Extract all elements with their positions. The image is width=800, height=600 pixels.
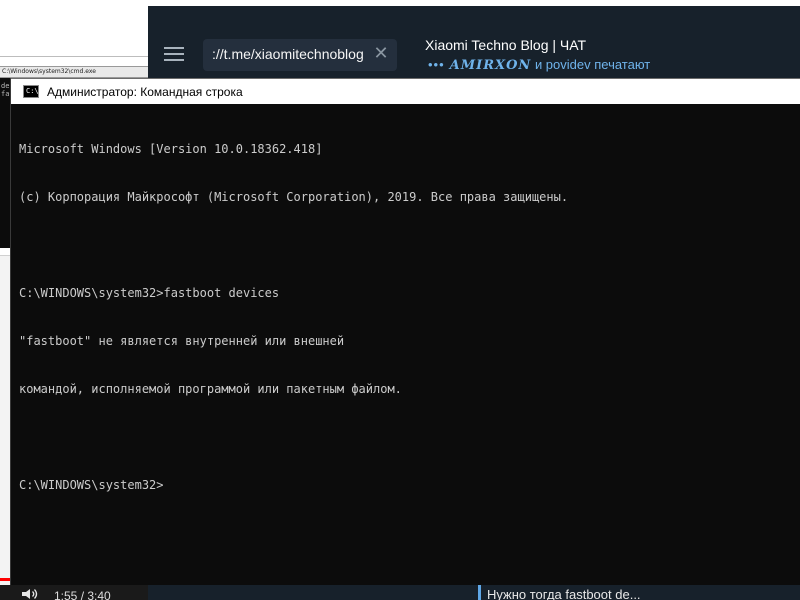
console-output[interactable]: Microsoft Windows [Version 10.0.18362.41… bbox=[19, 109, 799, 579]
background-divider bbox=[0, 56, 150, 57]
background-cmd-titlebar: C:\Windows\system32\cmd.exe bbox=[0, 66, 150, 78]
cmd-titlebar[interactable]: C:\ Администратор: Командная строка bbox=[11, 78, 800, 104]
search-input-value: ://t.me/xiaomitechnoblog bbox=[212, 46, 364, 62]
close-icon[interactable]: ✕ bbox=[371, 44, 391, 64]
typing-dots-icon: ••• bbox=[428, 57, 445, 72]
typing-status: ••• 𝑨𝑴𝑰𝑹𝑿𝑶𝑵 и povidev печатают bbox=[428, 57, 650, 73]
console-line: командой, исполняемой программой или пак… bbox=[19, 382, 402, 396]
console-prompt[interactable]: C:\WINDOWS\system32> bbox=[19, 477, 799, 493]
hamburger-menu-icon[interactable] bbox=[164, 47, 184, 63]
console-line: Microsoft Windows [Version 10.0.18362.41… bbox=[19, 142, 323, 156]
chat-title[interactable]: Xiaomi Techno Blog | ЧАТ bbox=[425, 37, 586, 53]
message-preview[interactable]: Нужно тогда fastboot de... bbox=[487, 587, 641, 600]
console-icon: C:\ bbox=[23, 85, 39, 98]
console-line: C:\WINDOWS\system32>fastboot devices bbox=[19, 286, 280, 300]
window-title: Администратор: Командная строка bbox=[47, 85, 243, 99]
typing-user-name: 𝑨𝑴𝑰𝑹𝑿𝑶𝑵 bbox=[449, 58, 532, 73]
video-time: 1:55 / 3:40 bbox=[54, 589, 111, 600]
reply-accent-bar bbox=[478, 585, 481, 600]
search-input[interactable]: ://t.me/xiaomitechnoblog ✕ bbox=[203, 39, 397, 71]
console-line: "fastboot" не является внутренней или вн… bbox=[19, 334, 345, 348]
console-line: (c) Корпорация Майкрософт (Microsoft Cor… bbox=[19, 190, 569, 204]
volume-icon[interactable] bbox=[20, 588, 40, 600]
typing-status-text: и povidev печатают bbox=[534, 57, 651, 72]
command-prompt-window[interactable]: C:\ Администратор: Командная строка Micr… bbox=[10, 78, 800, 585]
